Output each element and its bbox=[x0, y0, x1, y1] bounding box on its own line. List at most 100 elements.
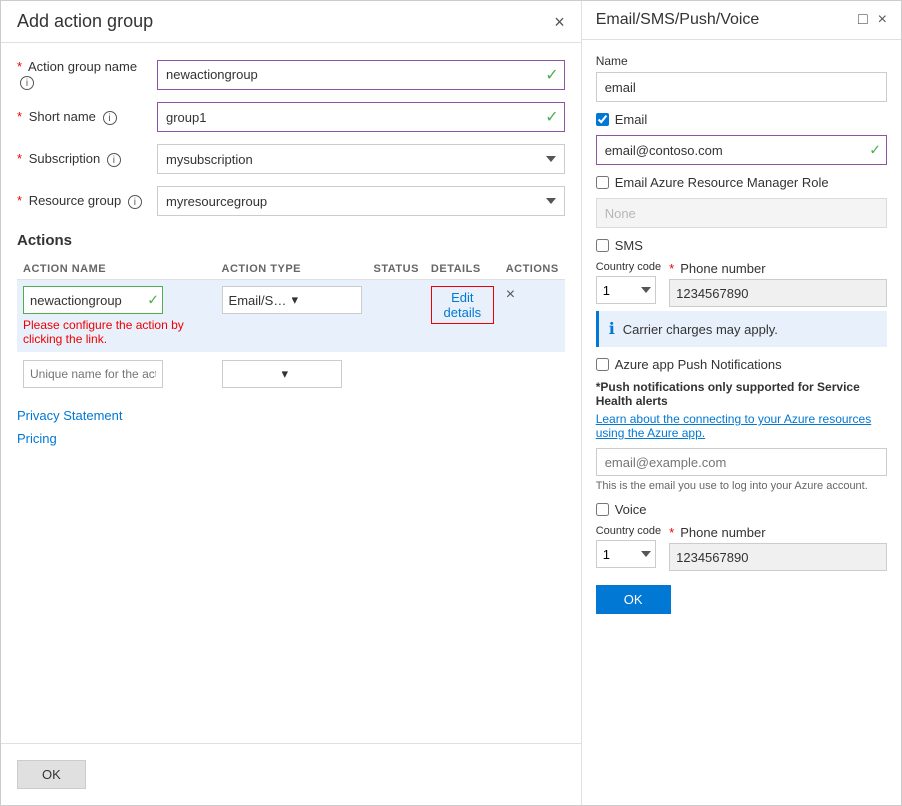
subscription-info-icon[interactable]: i bbox=[107, 153, 121, 167]
action-status-cell bbox=[368, 280, 425, 353]
resource-group-select[interactable]: myresourcegroup bbox=[157, 186, 565, 216]
name-field-label: Name bbox=[596, 54, 887, 68]
voice-checkbox[interactable] bbox=[596, 503, 609, 516]
sms-checkbox-row: SMS bbox=[596, 238, 887, 253]
action-type-chevron-icon: ▾ bbox=[292, 292, 355, 308]
action-type-cell: Email/SMS/Push/V... ▾ bbox=[216, 280, 368, 353]
col-status: STATUS bbox=[368, 259, 425, 280]
new-action-type-cell: ▾ bbox=[216, 352, 368, 396]
push-note-text: *Push notifications only supported for S… bbox=[596, 380, 887, 408]
email-azure-role-checkbox[interactable] bbox=[596, 176, 609, 189]
right-panel-body: Name Email ✓ Email Azure Resource Manage… bbox=[582, 40, 901, 805]
action-name-check-icon: ✓ bbox=[147, 292, 159, 309]
voice-phone-input[interactable] bbox=[669, 543, 887, 571]
email-input[interactable] bbox=[596, 135, 887, 165]
sms-phone-input[interactable] bbox=[669, 279, 887, 307]
email-azure-role-label: Email Azure Resource Manager Role bbox=[615, 175, 829, 190]
sms-country-select[interactable]: 1 bbox=[596, 276, 656, 304]
short-name-label: * Short name i bbox=[17, 109, 157, 125]
action-type-value: Email/SMS/Push/V... bbox=[229, 293, 292, 308]
new-action-row: ▾ bbox=[17, 352, 565, 396]
actions-section-title: Actions bbox=[17, 232, 565, 249]
table-row: ✓ Please configure the action by clickin… bbox=[17, 280, 565, 353]
azure-role-select[interactable]: None bbox=[596, 198, 887, 228]
voice-checkbox-label: Voice bbox=[615, 502, 647, 517]
required-star-4: * bbox=[17, 193, 22, 208]
action-actions-cell: × bbox=[500, 280, 565, 353]
new-action-name-cell bbox=[17, 352, 216, 396]
edit-details-button[interactable]: Edit details bbox=[431, 286, 494, 324]
voice-checkbox-row: Voice bbox=[596, 502, 887, 517]
short-name-input[interactable] bbox=[157, 102, 565, 132]
subscription-select[interactable]: mysubscription bbox=[157, 144, 565, 174]
sms-checkbox-label: SMS bbox=[615, 238, 643, 253]
right-panel-header: Email/SMS/Push/Voice □ × bbox=[582, 1, 901, 40]
minimize-button[interactable]: □ bbox=[858, 11, 868, 29]
resource-group-info-icon[interactable]: i bbox=[128, 195, 142, 209]
push-link[interactable]: Learn about the connecting to your Azure… bbox=[596, 412, 887, 440]
push-checkbox[interactable] bbox=[596, 358, 609, 371]
right-header-icons: □ × bbox=[858, 11, 887, 29]
left-panel-close-button[interactable]: × bbox=[554, 13, 565, 31]
right-panel-title: Email/SMS/Push/Voice bbox=[596, 11, 760, 29]
new-action-actions-cell bbox=[500, 352, 565, 396]
sms-country-col: Country code 1 bbox=[596, 261, 661, 304]
voice-country-col: Country code 1 bbox=[596, 525, 661, 568]
col-action-type: ACTION TYPE bbox=[216, 259, 368, 280]
short-name-input-wrap: ✓ bbox=[157, 102, 565, 132]
action-group-name-info-icon[interactable]: i bbox=[20, 76, 34, 90]
action-group-name-input-wrap: newactiongroup ✓ bbox=[157, 60, 565, 90]
subscription-label: * Subscription i bbox=[17, 151, 157, 167]
right-panel: Email/SMS/Push/Voice □ × Name Email ✓ bbox=[582, 1, 901, 805]
name-input[interactable] bbox=[596, 72, 887, 102]
email-check-icon: ✓ bbox=[869, 142, 881, 159]
col-actions: ACTIONS bbox=[500, 259, 565, 280]
action-error-text: Please configure the action by clicking … bbox=[23, 318, 210, 346]
action-group-name-check-icon: ✓ bbox=[545, 65, 558, 85]
subscription-group: * Subscription i mysubscription bbox=[17, 144, 565, 174]
action-name-input[interactable] bbox=[23, 286, 163, 314]
delete-action-button[interactable]: × bbox=[506, 286, 515, 304]
resource-group-label: * Resource group i bbox=[17, 193, 157, 209]
new-action-details-cell bbox=[425, 352, 500, 396]
action-name-wrap: ✓ bbox=[23, 286, 163, 314]
action-type-dropdown[interactable]: Email/SMS/Push/V... ▾ bbox=[222, 286, 362, 314]
voice-country-select[interactable]: 1 bbox=[596, 540, 656, 568]
sms-checkbox[interactable] bbox=[596, 239, 609, 252]
left-panel-title: Add action group bbox=[17, 11, 153, 32]
sms-phone-col: * Phone number bbox=[669, 261, 887, 307]
new-action-type-dropdown[interactable]: ▾ bbox=[222, 360, 342, 388]
pricing-link[interactable]: Pricing bbox=[17, 431, 565, 446]
right-ok-button[interactable]: OK bbox=[596, 585, 671, 614]
left-panel-header: Add action group × bbox=[1, 1, 581, 43]
action-group-name-label: * Action group name i bbox=[17, 59, 157, 90]
sms-country-code-label: Country code bbox=[596, 261, 661, 273]
push-email-input[interactable] bbox=[596, 448, 887, 476]
col-action-name: ACTION NAME bbox=[17, 259, 216, 280]
email-input-wrap: ✓ bbox=[596, 135, 887, 165]
required-star-3: * bbox=[17, 151, 22, 166]
required-star: * bbox=[17, 59, 22, 74]
email-checkbox[interactable] bbox=[596, 113, 609, 126]
action-details-cell: Edit details bbox=[425, 280, 500, 353]
voice-country-phone-row: Country code 1 * Phone number bbox=[596, 525, 887, 571]
sms-country-phone-row: Country code 1 * Phone number bbox=[596, 261, 887, 307]
left-ok-button[interactable]: OK bbox=[17, 760, 86, 789]
new-action-name-input[interactable] bbox=[23, 360, 163, 388]
privacy-statement-link[interactable]: Privacy Statement bbox=[17, 408, 565, 423]
action-group-name-input[interactable]: newactiongroup bbox=[157, 60, 565, 90]
short-name-group: * Short name i ✓ bbox=[17, 102, 565, 132]
email-checkbox-row: Email bbox=[596, 112, 887, 127]
short-name-info-icon[interactable]: i bbox=[103, 111, 117, 125]
required-star-2: * bbox=[17, 109, 22, 124]
voice-phone-col: * Phone number bbox=[669, 525, 887, 571]
right-close-button[interactable]: × bbox=[878, 11, 887, 29]
push-account-note: This is the email you use to log into yo… bbox=[596, 480, 887, 492]
short-name-check-icon: ✓ bbox=[545, 107, 558, 127]
actions-table: ACTION NAME ACTION TYPE STATUS DETAILS A… bbox=[17, 259, 565, 396]
email-checkbox-label: Email bbox=[615, 112, 648, 127]
left-panel: Add action group × * Action group name i… bbox=[1, 1, 582, 805]
action-group-name-group: * Action group name i newactiongroup ✓ bbox=[17, 59, 565, 90]
voice-phone-label: * Phone number bbox=[669, 525, 887, 540]
left-panel-body: * Action group name i newactiongroup ✓ *… bbox=[1, 43, 581, 743]
